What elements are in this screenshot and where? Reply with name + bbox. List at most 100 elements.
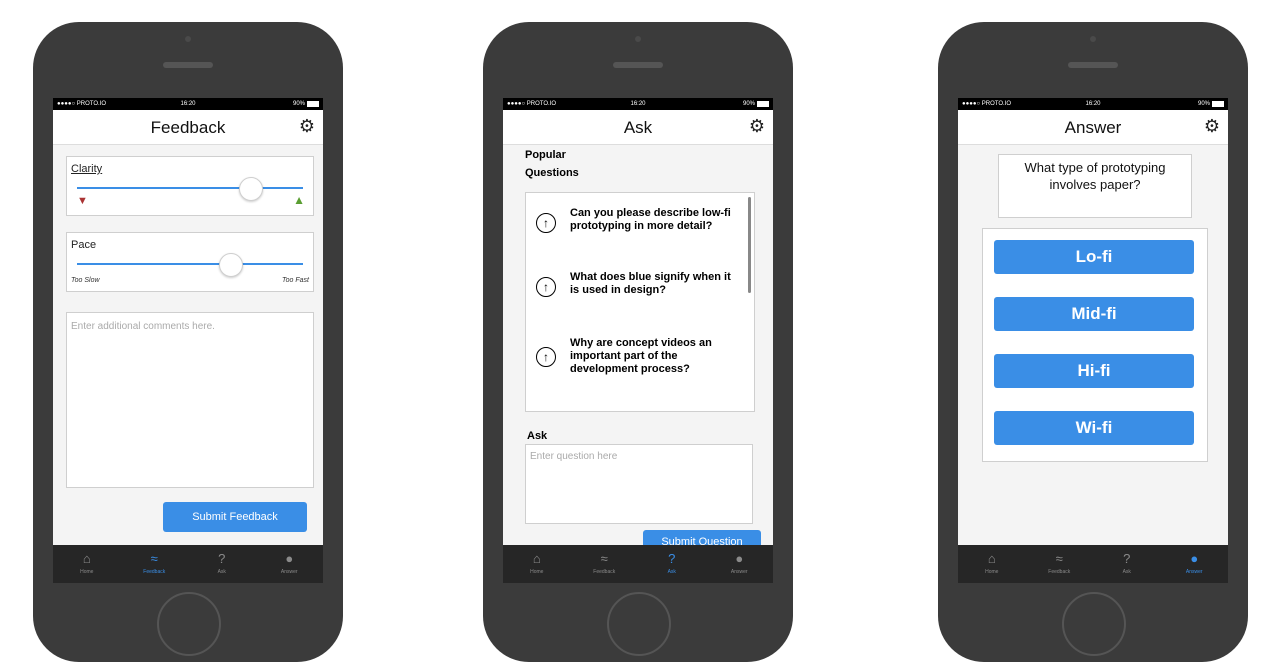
tab-ask[interactable]: ? Ask bbox=[638, 545, 706, 583]
question-placeholder: Enter question here bbox=[530, 451, 618, 462]
pace-min-label: Too Slow bbox=[71, 277, 100, 284]
tab-home[interactable]: ⌂ Home bbox=[958, 545, 1026, 583]
tab-answer[interactable]: ● Answer bbox=[1161, 545, 1229, 583]
page-title: Ask bbox=[623, 118, 653, 137]
question-icon: ? bbox=[668, 551, 676, 566]
feedback-screen: ●●●●○ PROTO.IO 16:20 90% Feedback ⚙ Clar… bbox=[53, 98, 323, 583]
tab-home[interactable]: ⌂ Home bbox=[503, 545, 571, 583]
earpiece-speaker bbox=[613, 62, 663, 68]
phone-feedback: ●●●●○ PROTO.IO 16:20 90% Feedback ⚙ Clar… bbox=[33, 22, 343, 662]
list-item[interactable]: ↑ What does blue signify when it is used… bbox=[526, 271, 746, 321]
upvote-icon[interactable]: ↑ bbox=[536, 347, 556, 367]
question-text: Can you please describe low-fi prototypi… bbox=[570, 207, 731, 232]
question-icon: ? bbox=[218, 551, 226, 566]
tab-bar: ⌂ Home ≈ Feedback ? Ask ● Answer bbox=[53, 545, 323, 583]
comments-textarea[interactable]: Enter additional comments here. bbox=[66, 312, 314, 488]
home-button[interactable] bbox=[157, 592, 221, 656]
gear-icon[interactable]: ⚙ bbox=[299, 116, 315, 137]
tab-label: Feedback bbox=[593, 569, 616, 575]
pace-slider-track[interactable] bbox=[77, 263, 303, 265]
question-input[interactable]: Enter question here bbox=[525, 444, 753, 524]
clarity-slider-track[interactable] bbox=[77, 187, 303, 189]
answer-question-text: What type of prototyping involves paper? bbox=[1024, 160, 1166, 192]
pace-slider-knob[interactable] bbox=[218, 253, 243, 277]
ask-screen: ●●●●○ PROTO.IO 16:20 90% Ask ⚙ Popular Q… bbox=[503, 98, 773, 583]
clock: 16:20 bbox=[180, 101, 196, 107]
tab-label: Ask bbox=[217, 569, 226, 575]
home-icon: ⌂ bbox=[82, 551, 91, 566]
front-camera bbox=[185, 36, 191, 42]
chart-icon: ≈ bbox=[600, 551, 608, 566]
earpiece-speaker bbox=[163, 62, 213, 68]
clock: 16:20 bbox=[630, 101, 646, 107]
tab-label: Home bbox=[985, 569, 999, 575]
speech-bubble-icon: ● bbox=[285, 551, 294, 566]
front-camera bbox=[1090, 36, 1096, 42]
status-bar: ●●●●○ PROTO.IO 16:20 90% bbox=[53, 98, 323, 110]
question-text: Why are concept videos an important part… bbox=[570, 337, 712, 375]
popular-questions-label: Popular Questions bbox=[525, 149, 579, 179]
tab-label: Answer bbox=[280, 569, 298, 575]
tab-label: Answer bbox=[730, 569, 748, 575]
question-icon: ? bbox=[1123, 551, 1131, 566]
thumbs-up-icon[interactable]: ▲ bbox=[293, 193, 305, 207]
page-title: Feedback bbox=[150, 118, 226, 137]
home-button[interactable] bbox=[607, 592, 671, 656]
tab-feedback[interactable]: ≈ Feedback bbox=[1026, 545, 1094, 583]
clock: 16:20 bbox=[1085, 101, 1101, 107]
nav-bar: Ask ⚙ bbox=[503, 110, 773, 145]
tab-bar: ⌂ Home ≈ Feedback ? Ask ● Answer bbox=[503, 545, 773, 583]
speech-bubble-icon: ● bbox=[1190, 551, 1199, 566]
tab-label: Ask bbox=[1122, 569, 1131, 575]
clarity-slider-knob[interactable] bbox=[239, 177, 264, 201]
page-title: Answer bbox=[1064, 118, 1122, 137]
tab-answer[interactable]: ● Answer bbox=[256, 545, 324, 583]
chart-icon: ≈ bbox=[1055, 551, 1063, 566]
phone-ask: ●●●●○ PROTO.IO 16:20 90% Ask ⚙ Popular Q… bbox=[483, 22, 793, 662]
ask-label: Ask bbox=[527, 430, 548, 442]
battery-icon bbox=[1212, 101, 1224, 107]
answer-option-wi-fi[interactable]: Wi-fi bbox=[994, 411, 1194, 445]
list-item[interactable]: ↑ Can you please describe low-fi prototy… bbox=[526, 207, 746, 277]
pace-max-label: Too Fast bbox=[282, 277, 309, 284]
home-icon: ⌂ bbox=[987, 551, 996, 566]
tab-bar: ⌂ Home ≈ Feedback ? Ask ● Answer bbox=[958, 545, 1228, 583]
tab-ask[interactable]: ? Ask bbox=[1093, 545, 1161, 583]
pace-label: Pace bbox=[71, 239, 97, 251]
upvote-icon[interactable]: ↑ bbox=[536, 277, 556, 297]
answer-option-lo-fi[interactable]: Lo-fi bbox=[994, 240, 1194, 274]
popular-questions-list[interactable]: ↑ Can you please describe low-fi prototy… bbox=[525, 192, 755, 412]
clarity-card: Clarity ▼ ▲ bbox=[66, 156, 314, 216]
answer-option-hi-fi[interactable]: Hi-fi bbox=[994, 354, 1194, 388]
clarity-label: Clarity bbox=[71, 163, 103, 175]
tab-feedback[interactable]: ≈ Feedback bbox=[121, 545, 189, 583]
speech-bubble-icon: ● bbox=[735, 551, 744, 566]
home-icon: ⌂ bbox=[532, 551, 541, 566]
home-button[interactable] bbox=[1062, 592, 1126, 656]
tab-label: Ask bbox=[667, 569, 676, 575]
battery-percent: 90% bbox=[742, 101, 755, 107]
front-camera bbox=[635, 36, 641, 42]
gear-icon[interactable]: ⚙ bbox=[749, 116, 765, 137]
tab-answer[interactable]: ● Answer bbox=[706, 545, 774, 583]
list-item[interactable]: ↑ Why are concept videos an important pa… bbox=[526, 337, 746, 397]
tab-home[interactable]: ⌂ Home bbox=[53, 545, 121, 583]
gear-icon[interactable]: ⚙ bbox=[1204, 116, 1220, 137]
submit-feedback-button[interactable]: Submit Feedback bbox=[163, 502, 307, 532]
tab-label: Answer bbox=[1185, 569, 1203, 575]
answer-option-mid-fi[interactable]: Mid-fi bbox=[994, 297, 1194, 331]
tab-feedback[interactable]: ≈ Feedback bbox=[571, 545, 639, 583]
thumbs-down-icon[interactable]: ▼ bbox=[77, 195, 88, 207]
upvote-icon[interactable]: ↑ bbox=[536, 213, 556, 233]
tab-ask[interactable]: ? Ask bbox=[188, 545, 256, 583]
tab-label: Home bbox=[80, 569, 94, 575]
earpiece-speaker bbox=[1068, 62, 1118, 68]
tab-label: Home bbox=[530, 569, 544, 575]
status-bar: ●●●●○ PROTO.IO 16:20 90% bbox=[958, 98, 1228, 110]
scrollbar[interactable] bbox=[748, 197, 751, 293]
question-text: What does blue signify when it is used i… bbox=[570, 271, 731, 296]
battery-icon bbox=[757, 101, 769, 107]
chart-icon: ≈ bbox=[150, 551, 158, 566]
answer-screen: ●●●●○ PROTO.IO 16:20 90% Answer ⚙ What t… bbox=[958, 98, 1228, 583]
question-card: What type of prototyping involves paper? bbox=[998, 154, 1192, 218]
